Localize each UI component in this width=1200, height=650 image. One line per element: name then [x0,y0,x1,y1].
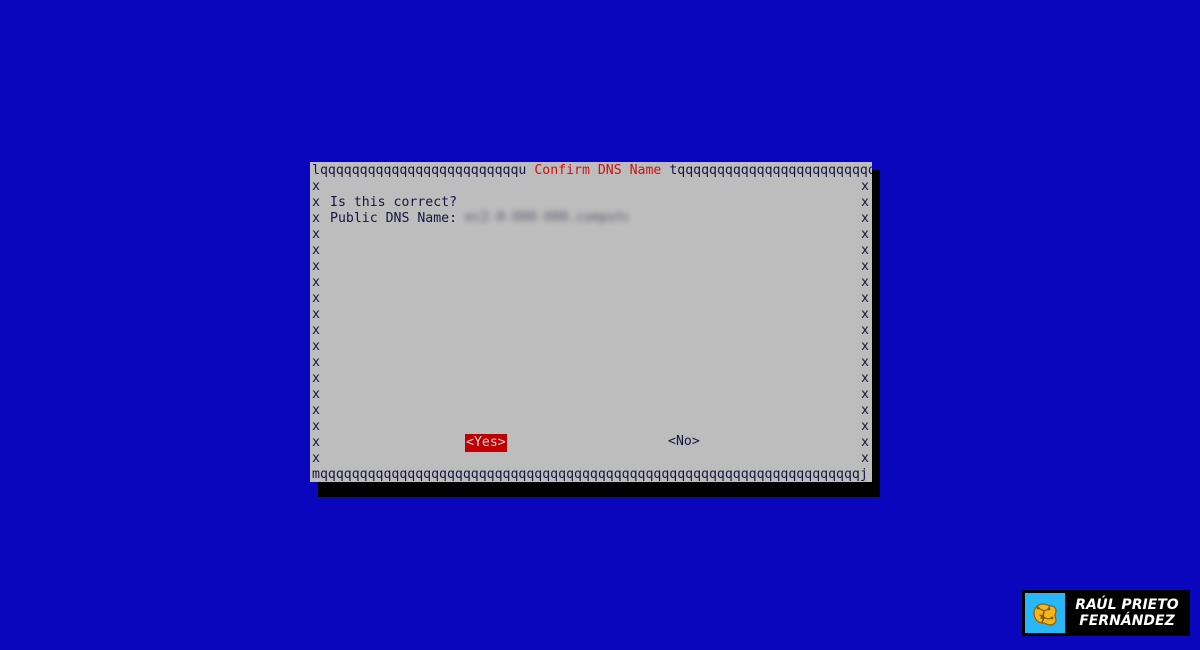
no-button[interactable]: <No> [668,434,700,450]
top-border-left-run: lqqqqqqqqqqqqqqqqqqqqqqqqqu [312,163,527,178]
confirm-dns-name-dialog: lqqqqqqqqqqqqqqqqqqqqqqqqqu Confirm DNS … [310,162,872,482]
right-border-char: x [861,387,869,402]
left-border-char: x [312,419,320,434]
watermark-text: RAÚL PRIETO FERNÁNDEZ [1065,597,1190,629]
watermark: RAÚL PRIETO FERNÁNDEZ [1022,590,1190,636]
right-border-char: x [861,179,869,194]
right-border-char: x [861,291,869,306]
left-border-char: x [312,195,320,210]
left-border-char: x [312,291,320,306]
right-border-char: x [861,419,869,434]
brain-circuit-icon [1025,593,1065,633]
public-dns-name-value-redacted: ec2-0-000-000.compute.amaz [465,210,628,225]
right-border-char: x [861,275,869,290]
dialog-bottom-border: mqqqqqqqqqqqqqqqqqqqqqqqqqqqqqqqqqqqqqqq… [312,467,868,482]
left-border-char: x [312,339,320,354]
right-border-char: x [861,371,869,386]
right-border-char: x [861,339,869,354]
left-border-char: x [312,179,320,194]
left-border-char: x [312,275,320,290]
left-border-char: x [312,211,320,226]
right-border-char: x [861,403,869,418]
right-border-char: x [861,259,869,274]
desktop-background: lqqqqqqqqqqqqqqqqqqqqqqqqqu Confirm DNS … [0,0,1200,650]
dialog-top-border: lqqqqqqqqqqqqqqqqqqqqqqqqqu Confirm DNS … [312,163,872,179]
right-border-char: x [861,307,869,322]
left-border-char: x [312,323,320,338]
top-border-right-run: tqqqqqqqqqqqqqqqqqqqqqqqqqqqk [669,163,872,178]
right-border-char: x [861,211,869,226]
watermark-line-1: RAÚL PRIETO [1075,597,1179,613]
public-dns-name-label: Public DNS Name: [330,211,458,226]
watermark-line-2: FERNÁNDEZ [1079,613,1175,629]
right-border-char: x [861,323,869,338]
right-border-char: x [861,355,869,370]
left-border-char: x [312,259,320,274]
left-border-char: x [312,451,320,466]
right-border-char: x [861,195,869,210]
left-border-char: x [312,227,320,242]
confirm-question-text: Is this correct? [330,195,458,210]
left-border-char: x [312,307,320,322]
right-border-char: x [861,243,869,258]
left-border-char: x [312,387,320,402]
yes-button[interactable]: <Yes> [465,434,507,452]
dialog-title: Confirm DNS Name [534,163,662,178]
left-border-char: x [312,435,320,450]
left-border-char: x [312,243,320,258]
left-border-char: x [312,355,320,370]
left-border-char: x [312,403,320,418]
right-border-char: x [861,451,869,466]
right-border-char: x [861,435,869,450]
left-border-char: x [312,371,320,386]
right-border-char: x [861,227,869,242]
